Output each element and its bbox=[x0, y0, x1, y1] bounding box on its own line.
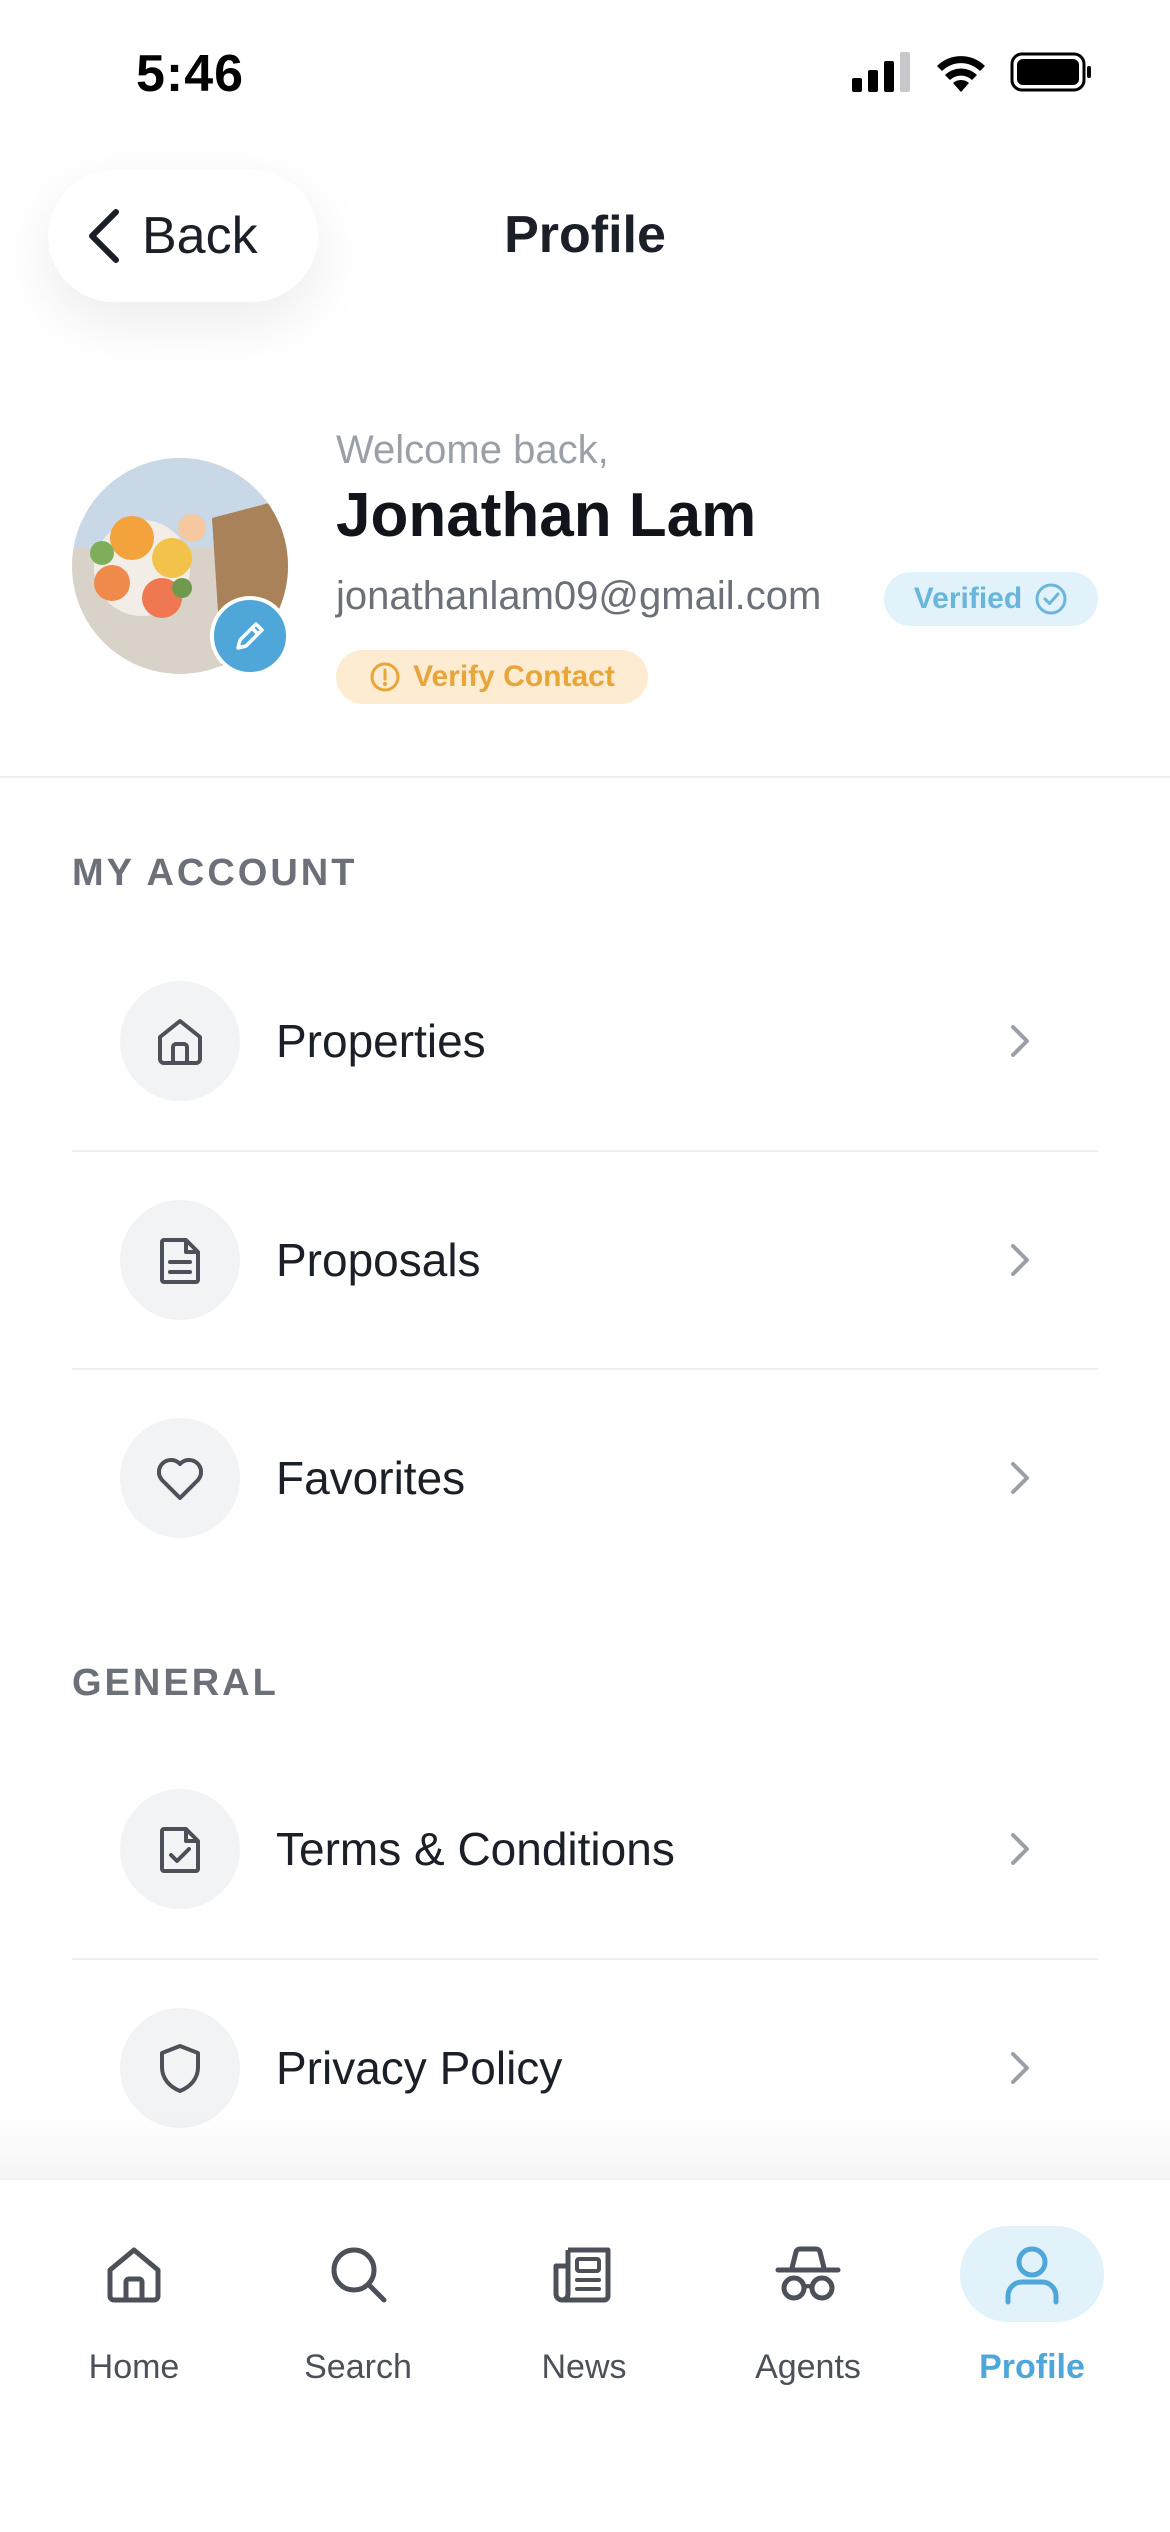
page-title: Profile bbox=[504, 206, 666, 264]
status-bar: 5:46 bbox=[0, 0, 1170, 150]
alert-circle-icon bbox=[370, 662, 400, 692]
battery-icon bbox=[1010, 52, 1091, 92]
chevron-right-icon bbox=[1011, 1244, 1029, 1276]
wifi-icon bbox=[937, 56, 985, 92]
verified-label: Verified bbox=[913, 582, 1023, 615]
check-circle-icon bbox=[1035, 583, 1067, 615]
nav-icon-wrap bbox=[960, 2226, 1104, 2322]
nav-label: News bbox=[541, 2348, 627, 2386]
profile-divider bbox=[0, 776, 1170, 778]
home-icon bbox=[107, 2247, 161, 2303]
user-name: Jonathan Lam bbox=[336, 481, 757, 550]
nav-label: Agents bbox=[755, 2348, 861, 2386]
verified-badge: Verified bbox=[884, 572, 1098, 626]
cellular-signal-icon bbox=[852, 52, 910, 92]
welcome-text: Welcome back, bbox=[336, 428, 609, 472]
nav-item-news[interactable]: News bbox=[484, 2226, 684, 2406]
status-time: 5:46 bbox=[136, 45, 245, 103]
user-icon bbox=[1005, 2246, 1059, 2305]
document-icon bbox=[160, 1238, 200, 1284]
chevron-right-icon bbox=[1011, 2052, 1029, 2084]
menu-icon-wrap bbox=[120, 981, 240, 1101]
verify-contact-button[interactable]: Verify Contact bbox=[336, 650, 648, 704]
nav-item-profile[interactable]: Profile bbox=[932, 2226, 1132, 2406]
chevron-right-icon bbox=[1011, 1462, 1029, 1494]
file-check-icon bbox=[160, 1827, 200, 1873]
shield-icon bbox=[160, 2044, 200, 2093]
nav-icon-wrap bbox=[286, 2226, 430, 2322]
nav-item-agents[interactable]: Agents bbox=[708, 2226, 908, 2406]
edit-avatar-button[interactable] bbox=[210, 596, 290, 676]
bottom-nav: Home Search News Agents Profile bbox=[0, 2178, 1170, 2532]
menu-item-label: Favorites bbox=[276, 1452, 466, 1504]
menu-item-terms[interactable]: Terms & Conditions bbox=[72, 1740, 1098, 1958]
menu-item-properties[interactable]: Properties bbox=[72, 932, 1098, 1150]
nav-item-home[interactable]: Home bbox=[34, 2226, 234, 2406]
chevron-right-icon bbox=[1011, 1025, 1029, 1057]
nav-label: Home bbox=[88, 2348, 180, 2386]
menu-icon-wrap bbox=[120, 1789, 240, 1909]
section-title-general: GENERAL bbox=[72, 1662, 279, 1704]
pencil-icon bbox=[236, 622, 264, 650]
menu-item-favorites[interactable]: Favorites bbox=[72, 1369, 1098, 1587]
menu-item-label: Privacy Policy bbox=[276, 2042, 563, 2094]
nav-shadow bbox=[0, 2110, 1170, 2180]
heart-icon bbox=[156, 1457, 204, 1500]
menu-icon-wrap bbox=[120, 1418, 240, 1538]
nav-icon-wrap bbox=[62, 2226, 206, 2322]
nav-label: Search bbox=[304, 2348, 412, 2386]
home-icon bbox=[158, 1019, 202, 1065]
verify-contact-label: Verify Contact bbox=[413, 660, 615, 693]
newspaper-icon bbox=[553, 2247, 611, 2303]
search-icon bbox=[331, 2247, 387, 2303]
agent-icon bbox=[775, 2246, 841, 2301]
user-email: jonathanlam09@gmail.com bbox=[336, 574, 822, 618]
menu-icon-wrap bbox=[120, 1200, 240, 1320]
menu-item-label: Terms & Conditions bbox=[276, 1823, 675, 1875]
nav-icon-wrap bbox=[512, 2226, 656, 2322]
menu-item-proposals[interactable]: Proposals bbox=[72, 1151, 1098, 1369]
section-title-my-account: MY ACCOUNT bbox=[72, 852, 358, 894]
nav-item-search[interactable]: Search bbox=[258, 2226, 458, 2406]
menu-item-label: Proposals bbox=[276, 1234, 481, 1286]
status-icons bbox=[852, 52, 1092, 92]
nav-icon-wrap bbox=[736, 2226, 880, 2322]
nav-label: Profile bbox=[979, 2348, 1085, 2386]
chevron-right-icon bbox=[1011, 1833, 1029, 1865]
menu-item-label: Properties bbox=[276, 1015, 486, 1067]
